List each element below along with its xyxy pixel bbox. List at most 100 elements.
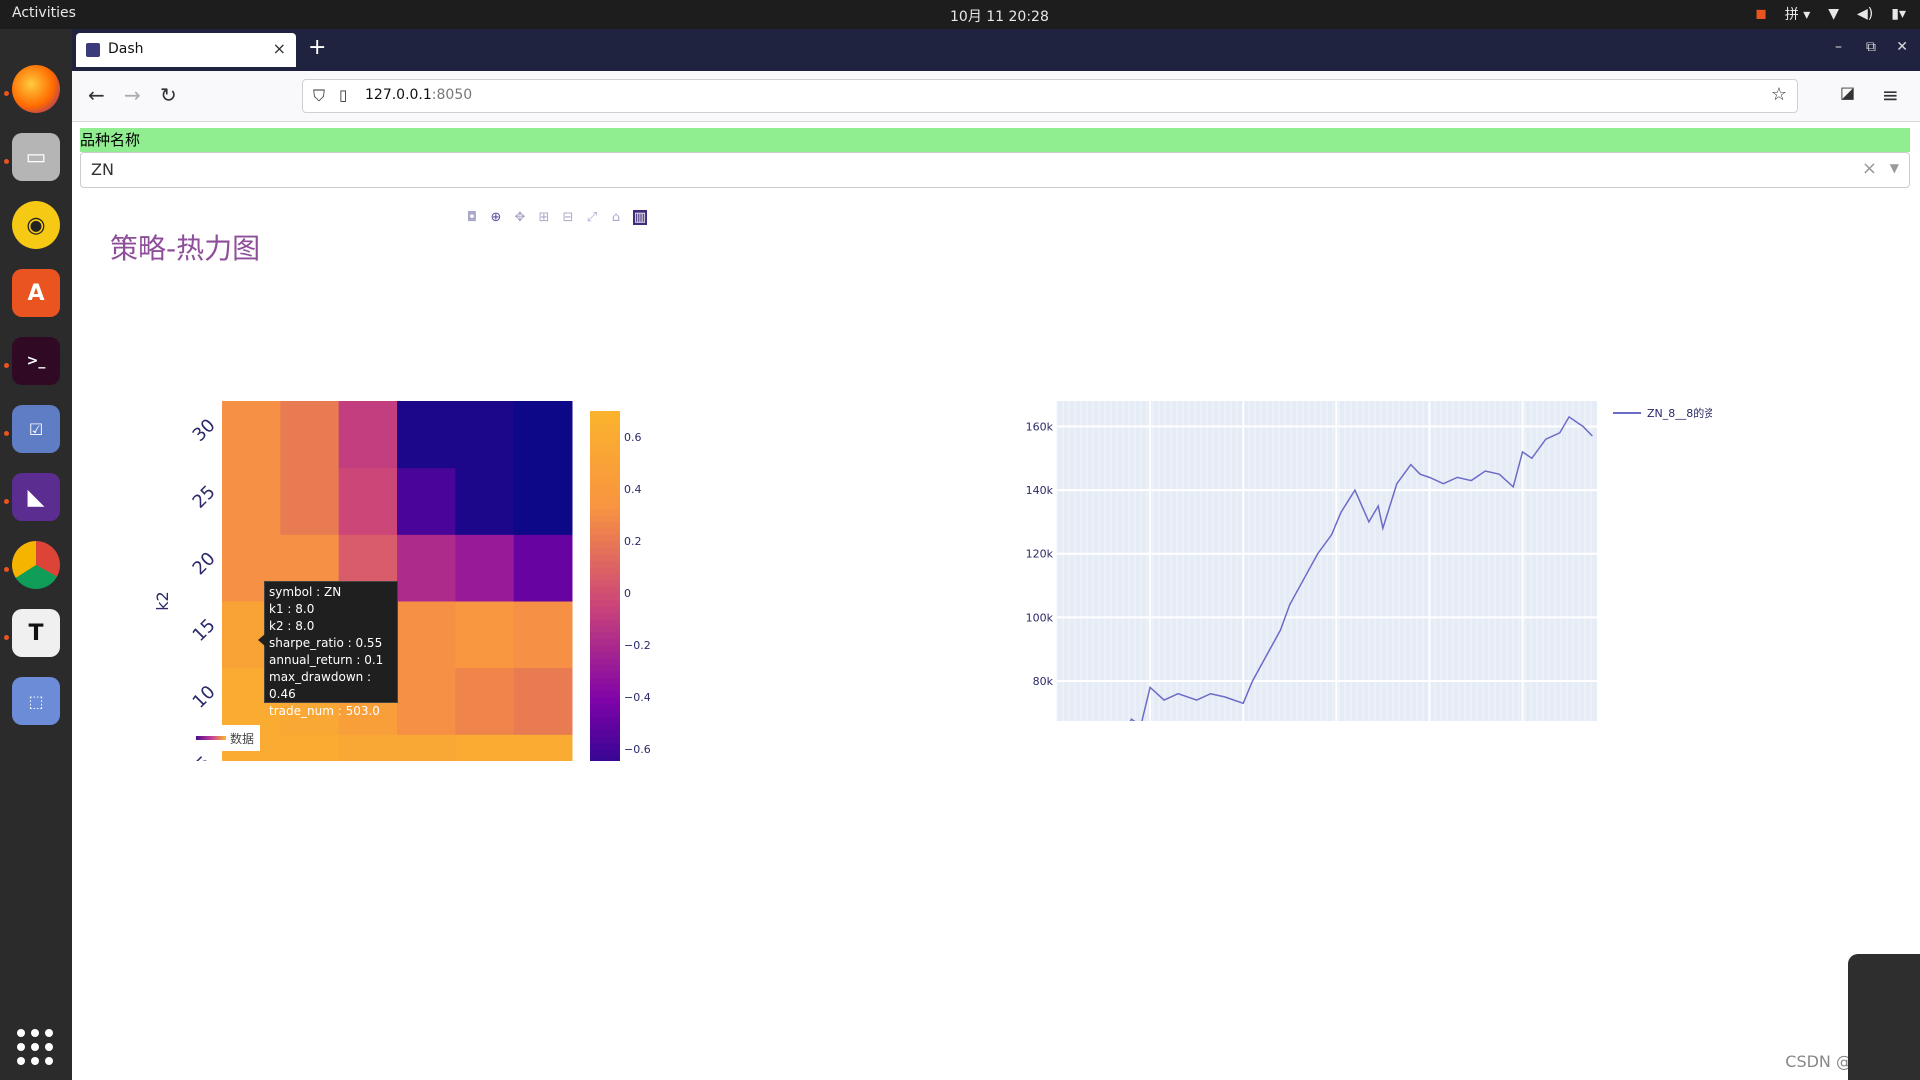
colorbar-segment bbox=[590, 684, 620, 691]
heatmap-cell bbox=[513, 601, 573, 669]
colorbar-segment bbox=[590, 515, 620, 522]
url-text[interactable]: 127.0.0.1:8050 bbox=[365, 87, 472, 103]
url-port: :8050 bbox=[431, 87, 473, 103]
browser-window: Dash × + – ⧉ ✕ ← → ↻ ⛉ ▯ 127.0.0.1:8050 … bbox=[72, 29, 1920, 1080]
y-axis-title: k2 bbox=[153, 591, 172, 610]
bookmark-star-icon[interactable]: ☆ bbox=[1771, 84, 1787, 105]
clear-icon[interactable]: × bbox=[1862, 158, 1877, 179]
pocket-icon[interactable]: ◪ bbox=[1840, 83, 1855, 102]
heatmap-cell bbox=[338, 401, 398, 469]
colorbar-segment bbox=[590, 463, 620, 470]
running-indicator bbox=[4, 363, 9, 368]
page-info-icon[interactable]: ▯ bbox=[339, 86, 347, 104]
colorbar-segment bbox=[590, 599, 620, 607]
y-tick-label: 80k bbox=[1033, 675, 1054, 688]
heatmap-cell bbox=[280, 401, 340, 469]
heatmap-legend[interactable]: 数据 bbox=[190, 725, 260, 751]
colorbar-segment bbox=[590, 443, 620, 451]
colorbar-segment bbox=[590, 495, 620, 503]
reload-icon[interactable]: ↻ bbox=[160, 83, 177, 107]
heatmap-cell bbox=[338, 467, 398, 535]
colorbar-segment bbox=[590, 619, 620, 626]
zoom-icon[interactable]: ⊕ bbox=[489, 210, 503, 225]
colorbar-tick-label: 0.2 bbox=[624, 535, 642, 548]
colorbar-segment bbox=[590, 742, 620, 750]
activities-button[interactable]: Activities bbox=[12, 5, 76, 21]
autoscale-icon[interactable]: ⤢ bbox=[585, 210, 599, 225]
heatmap-cell bbox=[280, 734, 340, 761]
clock[interactable]: 10月 11 20:28 bbox=[950, 6, 1049, 26]
screenshot-icon[interactable]: ⬚ bbox=[12, 677, 60, 725]
colorbar-segment bbox=[590, 424, 620, 431]
system-tray[interactable]: ◼ 拼 ▾ ▼ ◀) ▮▾ bbox=[1755, 4, 1906, 24]
software-center-icon[interactable]: A bbox=[12, 269, 60, 317]
plotly-logo-icon[interactable]: ▥ bbox=[633, 210, 647, 225]
symbol-dropdown[interactable]: ZN × ▼ bbox=[80, 152, 1910, 188]
y-tick-label: 10 bbox=[189, 682, 220, 713]
colorbar-segment bbox=[590, 677, 620, 685]
hover-line: k1 : 8.0 bbox=[269, 602, 315, 616]
rhythmbox-icon[interactable]: ◉ bbox=[12, 201, 60, 249]
navigation-bar: ← → ↻ ⛉ ▯ 127.0.0.1:8050 ☆ ◪ ≡ bbox=[72, 71, 1920, 122]
hover-tooltip: symbol : ZN k1 : 8.0 k2 : 8.0 sharpe_rat… bbox=[258, 581, 398, 718]
terminal-icon[interactable]: >_ bbox=[12, 337, 60, 385]
zoom-in-icon[interactable]: ⊞ bbox=[537, 210, 551, 225]
colorbar-segment bbox=[590, 411, 620, 418]
equity-line-chart[interactable]: 2012201420162018202040k60k80k100k120k140… bbox=[952, 241, 1712, 721]
maximize-button[interactable]: ⧉ bbox=[1866, 39, 1876, 55]
colorbar-segment bbox=[590, 729, 620, 737]
colorbar-segment bbox=[590, 638, 620, 646]
new-tab-button[interactable]: + bbox=[308, 35, 326, 60]
back-icon[interactable]: ← bbox=[88, 83, 105, 107]
hover-line: max_drawdown : 0.46 bbox=[269, 670, 372, 701]
show-applications-icon[interactable] bbox=[17, 1029, 53, 1065]
zoom-out-icon[interactable]: ⊟ bbox=[561, 210, 575, 225]
wifi-icon[interactable]: ▼ bbox=[1828, 6, 1839, 22]
colorbar-segment bbox=[590, 632, 620, 639]
running-indicator bbox=[4, 91, 9, 96]
app-indicator-icon[interactable]: ◼ bbox=[1755, 6, 1767, 22]
colorbar-segment bbox=[590, 489, 620, 496]
dropdown-label: 品种名称 bbox=[80, 128, 1910, 152]
colorbar-segment bbox=[590, 508, 620, 516]
tab-dash[interactable]: Dash × bbox=[76, 33, 296, 67]
forward-icon[interactable]: → bbox=[124, 83, 141, 107]
tasks-icon[interactable]: ☑ bbox=[12, 405, 60, 453]
y-tick-label: 5 bbox=[193, 752, 216, 761]
colorbar-segment bbox=[590, 502, 620, 509]
heatmap-cell bbox=[222, 467, 281, 535]
camera-icon[interactable]: ◘ bbox=[465, 210, 479, 225]
minimize-button[interactable]: – bbox=[1835, 39, 1842, 55]
url-bar[interactable]: ⛉ ▯ 127.0.0.1:8050 ☆ bbox=[302, 79, 1798, 113]
input-method-indicator[interactable]: 拼 ▾ bbox=[1785, 4, 1810, 24]
plot-modebar: ◘ ⊕ ✥ ⊞ ⊟ ⤢ ⌂ ▥ bbox=[465, 210, 647, 225]
y-tick-label: 140k bbox=[1026, 484, 1054, 497]
files-icon[interactable]: ▭ bbox=[12, 133, 60, 181]
heatmap-cell bbox=[397, 534, 456, 602]
close-window-button[interactable]: ✕ bbox=[1896, 39, 1908, 55]
visual-studio-icon[interactable]: ◣ bbox=[12, 473, 60, 521]
colorbar-segment bbox=[590, 573, 620, 581]
chevron-down-icon[interactable]: ▼ bbox=[1890, 161, 1899, 175]
menu-icon[interactable]: ≡ bbox=[1882, 83, 1899, 107]
home-icon[interactable]: ⌂ bbox=[609, 210, 623, 225]
typora-icon[interactable]: T bbox=[12, 609, 60, 657]
y-tick-label: 20 bbox=[189, 548, 220, 579]
heatmap-cell bbox=[455, 467, 515, 535]
chrome-icon[interactable] bbox=[12, 541, 60, 589]
heatmap-cell bbox=[513, 467, 573, 535]
pan-icon[interactable]: ✥ bbox=[513, 210, 527, 225]
tracking-shield-icon[interactable]: ⛉ bbox=[313, 86, 325, 106]
colorbar-segment bbox=[590, 658, 620, 665]
battery-icon[interactable]: ▮▾ bbox=[1891, 6, 1906, 22]
colorbar-segment bbox=[590, 586, 620, 594]
dock: ▭ ◉ A >_ ☑ ◣ T ⬚ bbox=[0, 29, 72, 1080]
colorbar-segment bbox=[590, 671, 620, 678]
volume-icon[interactable]: ◀) bbox=[1857, 6, 1873, 22]
colorbar-segment bbox=[590, 437, 620, 444]
colorbar-segment bbox=[590, 651, 620, 659]
colorbar-segment bbox=[590, 450, 620, 457]
close-tab-icon[interactable]: × bbox=[273, 39, 286, 58]
firefox-icon[interactable] bbox=[12, 65, 60, 113]
colorbar-segment bbox=[590, 430, 620, 438]
